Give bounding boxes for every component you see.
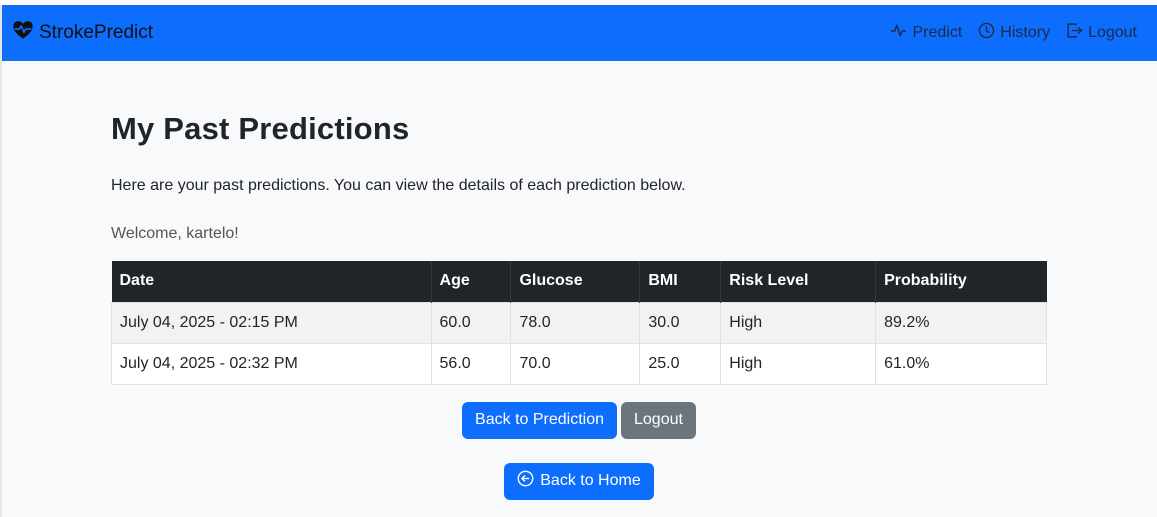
table-row: July 04, 2025 - 02:32 PM 56.0 70.0 25.0 … bbox=[111, 342, 1047, 385]
navbar: StrokePredict Predict History Logout bbox=[2, 5, 1157, 61]
intro-text: Here are your past predictions. You can … bbox=[111, 177, 686, 194]
nav-link-history[interactable]: History bbox=[978, 22, 1050, 44]
nav-link-logout[interactable]: Logout bbox=[1066, 22, 1137, 44]
action-buttons: Back to Prediction Logout bbox=[111, 401, 1047, 439]
nav-link-predict-label: Predict bbox=[912, 24, 963, 41]
cell-glucose: 70.0 bbox=[510, 342, 641, 385]
page-title: My Past Predictions bbox=[111, 111, 410, 146]
cell-glucose: 78.0 bbox=[510, 301, 641, 344]
table-header-row: Date Age Glucose BMI Risk Level Probabil… bbox=[111, 261, 1047, 302]
table-row: July 04, 2025 - 02:15 PM 60.0 78.0 30.0 … bbox=[111, 301, 1047, 344]
cell-probability: 61.0% bbox=[875, 342, 1047, 385]
brand-name: StrokePredict bbox=[39, 22, 154, 43]
predictions-table: Date Age Glucose BMI Risk Level Probabil… bbox=[111, 261, 1047, 385]
nav-link-predict[interactable]: Predict bbox=[890, 22, 962, 44]
column-header-glucose: Glucose bbox=[510, 261, 641, 302]
nav-links: Predict History Logout bbox=[890, 22, 1137, 44]
nav-link-logout-label: Logout bbox=[1088, 24, 1137, 41]
cell-date: July 04, 2025 - 02:15 PM bbox=[111, 301, 432, 344]
back-to-home-label: Back to Home bbox=[540, 472, 641, 489]
activity-icon bbox=[890, 22, 907, 44]
cell-bmi: 30.0 bbox=[639, 301, 722, 344]
cell-bmi: 25.0 bbox=[639, 342, 722, 385]
heart-pulse-icon bbox=[12, 19, 34, 47]
brand[interactable]: StrokePredict bbox=[12, 19, 153, 47]
back-to-home-button[interactable]: Back to Home bbox=[504, 462, 654, 500]
column-header-date: Date bbox=[111, 261, 432, 302]
cell-risk-level: High bbox=[720, 301, 877, 344]
home-button-row: Back to Home bbox=[111, 462, 1047, 500]
nav-link-history-label: History bbox=[1000, 24, 1051, 41]
window-left-edge bbox=[0, 5, 2, 517]
column-header-age: Age bbox=[431, 261, 512, 302]
clock-icon bbox=[978, 22, 995, 44]
cell-risk-level: High bbox=[720, 342, 877, 385]
logout-button[interactable]: Logout bbox=[621, 401, 696, 439]
cell-date: July 04, 2025 - 02:32 PM bbox=[111, 342, 432, 385]
welcome-text: Welcome, kartelo! bbox=[111, 225, 239, 242]
main-content: My Past Predictions Here are your past p… bbox=[111, 61, 1047, 500]
cell-age: 56.0 bbox=[430, 342, 512, 385]
logout-icon bbox=[1066, 22, 1083, 44]
back-to-prediction-button[interactable]: Back to Prediction bbox=[462, 401, 617, 439]
column-header-probability: Probability bbox=[875, 261, 1047, 302]
arrow-left-circle-icon bbox=[517, 470, 534, 492]
column-header-risk-level: Risk Level bbox=[720, 261, 877, 302]
column-header-bmi: BMI bbox=[639, 261, 722, 302]
cell-age: 60.0 bbox=[430, 301, 512, 344]
cell-probability: 89.2% bbox=[875, 301, 1047, 344]
